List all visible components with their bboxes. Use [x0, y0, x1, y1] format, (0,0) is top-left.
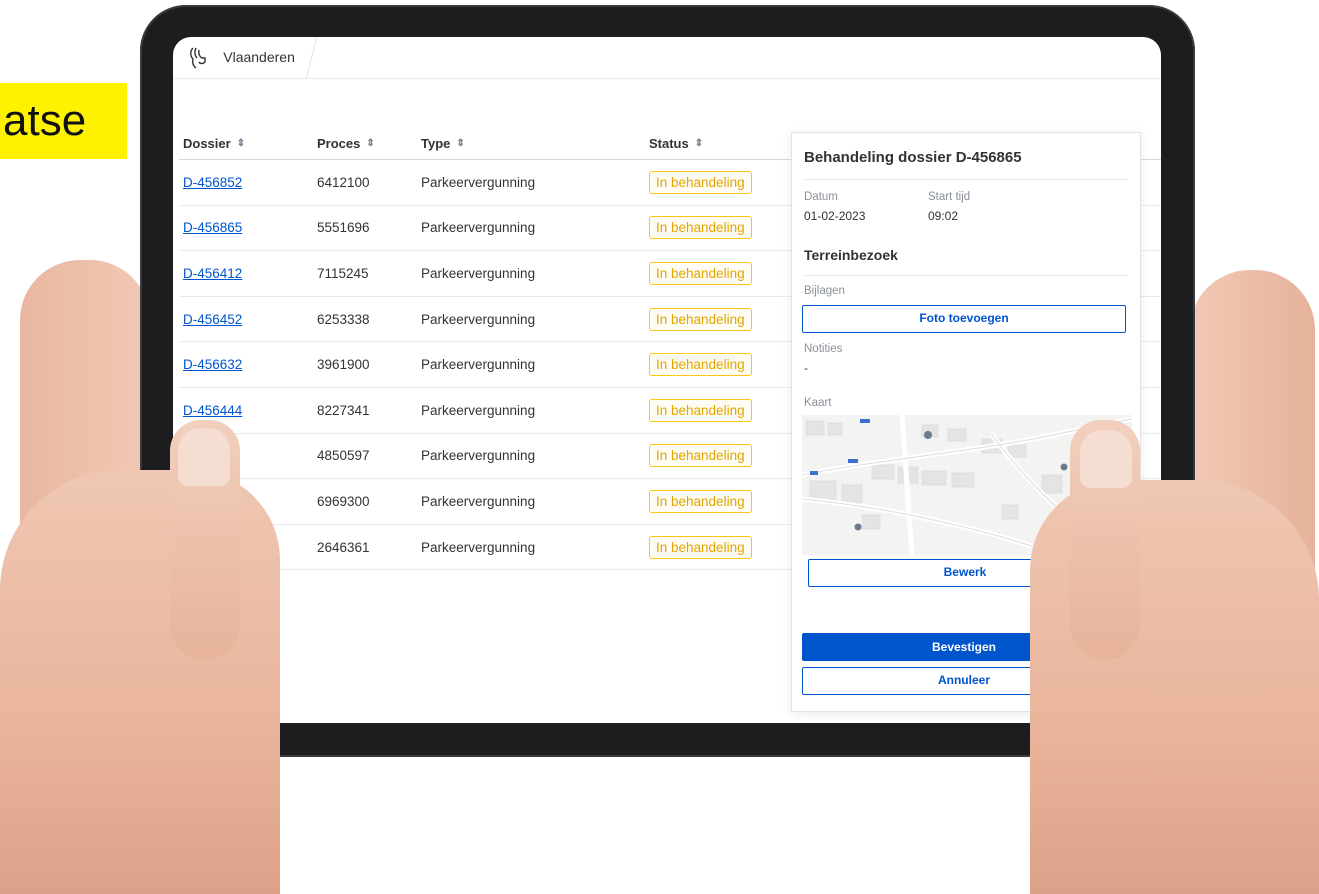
notities-label: Notities: [804, 343, 843, 355]
datum-value: 01-02-2023: [804, 209, 866, 223]
divider: [804, 179, 1128, 180]
proces-cell: 4850597: [317, 448, 370, 464]
type-cell: Parkeervergunning: [421, 402, 536, 418]
sort-icon[interactable]: ⇕: [695, 138, 703, 149]
type-cell: Parkeervergunning: [421, 539, 536, 555]
proces-cell: 3961900: [317, 357, 370, 373]
proces-cell: 6969300: [317, 493, 370, 509]
dossier-link[interactable]: D-456412: [183, 266, 242, 281]
start-time-label: Start tijd: [928, 191, 971, 203]
proces-cell: 6412100: [317, 174, 370, 190]
status-badge: In behandeling: [649, 398, 752, 422]
divider: [804, 275, 1128, 276]
tablet-screen: Vlaanderen Dossier ⇕ Proces ⇕ Type ⇕ Status…: [173, 37, 1161, 723]
datum-label: Datum: [804, 191, 838, 203]
status-badge: In behandeling: [649, 444, 752, 468]
sort-icon[interactable]: ⇕: [366, 138, 374, 149]
dossier-link[interactable]: D-456632: [183, 357, 242, 372]
sort-icon[interactable]: ⇕: [237, 138, 245, 149]
proces-cell: 8227341: [317, 402, 370, 418]
sort-icon[interactable]: ⇕: [456, 138, 464, 149]
type-cell: Parkeervergunning: [421, 174, 536, 190]
type-cell: Parkeervergunning: [421, 311, 536, 327]
type-cell: Parkeervergunning: [421, 493, 536, 509]
background-highlight-text: atse: [0, 83, 127, 159]
status-badge: In behandeling: [649, 535, 752, 559]
proces-cell: 2646361: [317, 539, 370, 555]
type-cell: Parkeervergunning: [421, 357, 536, 373]
left-thumbnail: [178, 428, 230, 486]
status-badge: In behandeling: [649, 307, 752, 331]
type-cell: Parkeervergunning: [421, 448, 536, 464]
status-badge: In behandeling: [649, 489, 752, 513]
type-cell: Parkeervergunning: [421, 265, 536, 281]
column-header-dossier[interactable]: Dossier ⇕: [179, 136, 317, 151]
dossier-link[interactable]: D-456852: [183, 175, 242, 190]
dossier-link[interactable]: D-456452: [183, 312, 242, 327]
section-heading: Terreinbezoek: [804, 247, 898, 263]
add-photo-button[interactable]: Foto toevoegen: [802, 305, 1126, 333]
status-badge: In behandeling: [649, 170, 752, 194]
proces-cell: 6253338: [317, 311, 370, 327]
start-time-value: 09:02: [928, 209, 959, 223]
dossier-link[interactable]: D-456865: [183, 220, 242, 235]
kaart-label: Kaart: [804, 397, 832, 409]
status-badge: In behandeling: [649, 261, 752, 285]
status-badge: In behandeling: [649, 353, 752, 377]
column-header-proces[interactable]: Proces ⇕: [317, 136, 421, 151]
brand-name[interactable]: Vlaanderen: [211, 37, 317, 79]
bijlagen-label: Bijlagen: [804, 285, 845, 297]
column-header-type[interactable]: Type ⇕: [421, 136, 649, 151]
proces-cell: 7115245: [317, 265, 369, 281]
right-thumbnail: [1080, 430, 1132, 488]
proces-cell: 5551696: [317, 220, 370, 236]
panel-title: Behandeling dossier D-456865: [804, 149, 1022, 166]
notities-value: -: [804, 361, 808, 375]
type-cell: Parkeervergunning: [421, 220, 536, 236]
status-badge: In behandeling: [649, 216, 752, 240]
dossier-link[interactable]: D-456444: [183, 403, 242, 418]
flemish-lion-logo-icon[interactable]: [183, 44, 213, 72]
top-bar: Vlaanderen: [173, 37, 1161, 79]
